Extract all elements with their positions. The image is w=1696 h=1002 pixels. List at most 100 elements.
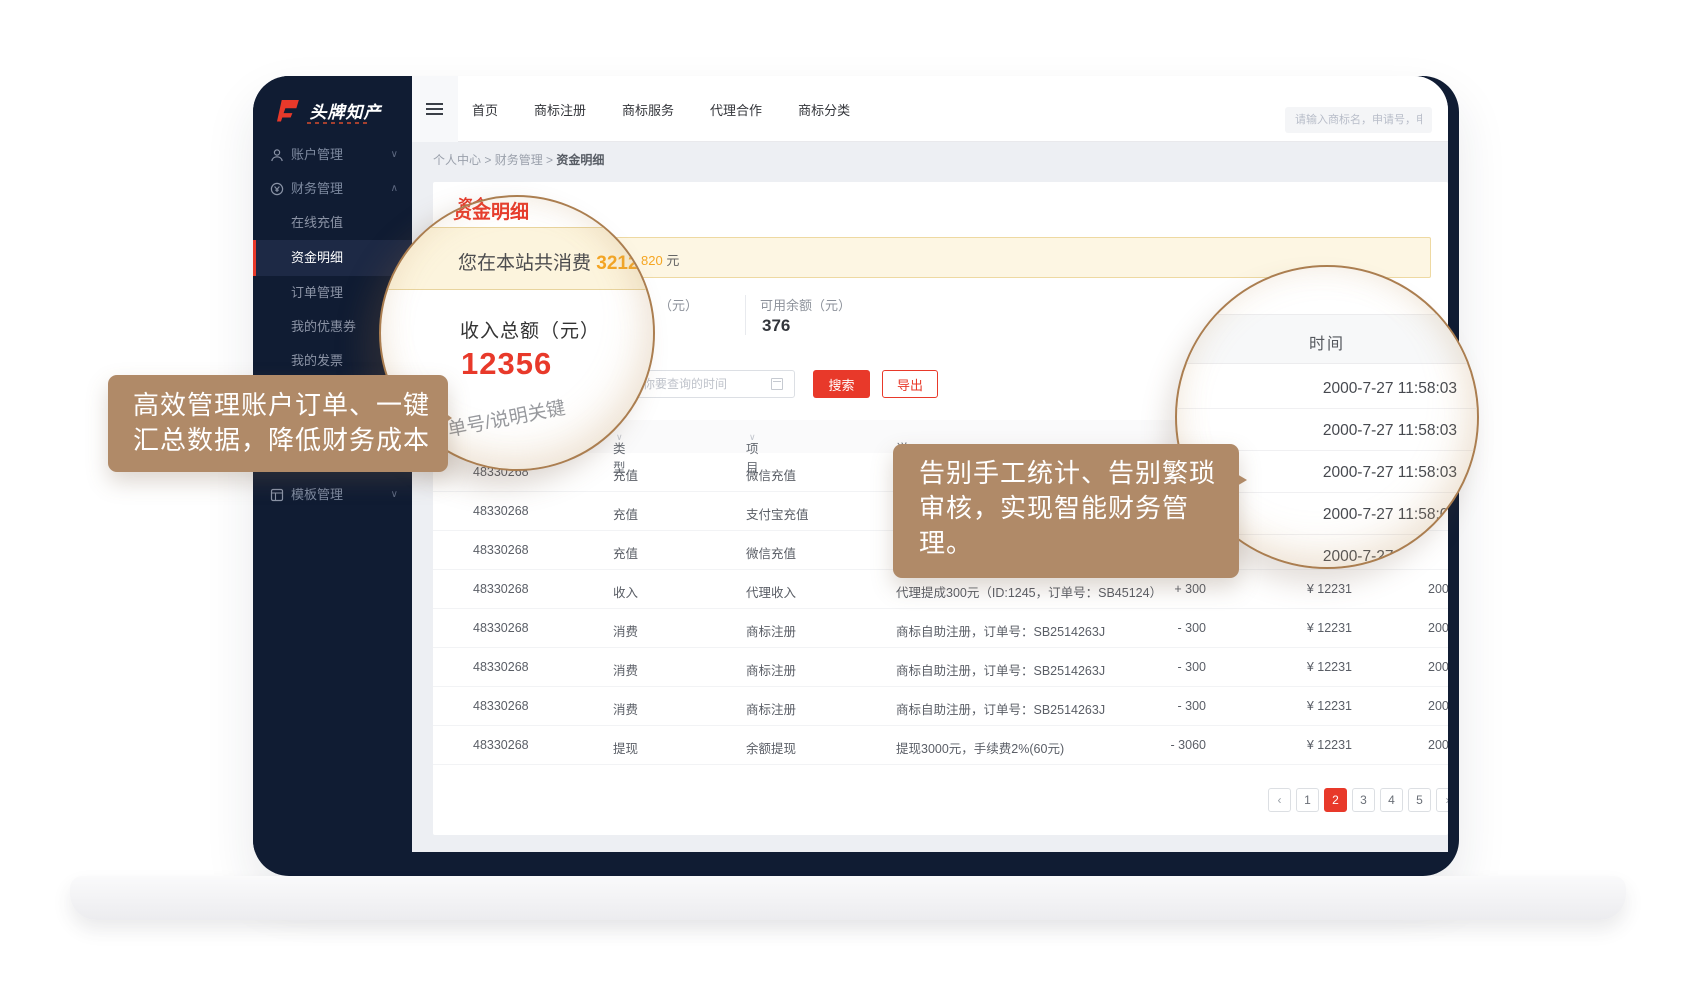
- callout-text-line: 高效管理账户订单、一键: [133, 388, 448, 423]
- column-header-project[interactable]: 项目∨: [746, 429, 756, 443]
- brand-subtext: [307, 122, 369, 124]
- search-input[interactable]: [1285, 107, 1432, 133]
- stat-balance-label: 可用余额（元）: [760, 295, 851, 314]
- table-row: 48330268 消费 商标注册 商标自助注册，订单号：SB2514263J -…: [433, 609, 1448, 648]
- chevron-up-icon: ∧: [391, 172, 398, 206]
- breadcrumb-part[interactable]: 个人中心: [433, 153, 481, 167]
- lens-income-label: 收入总额（元）: [460, 316, 600, 343]
- nav-item-agency[interactable]: 代理合作: [710, 100, 762, 119]
- lens-time-header: 时间: [1177, 314, 1477, 364]
- lens-notice-band: 您在本站共消费 32124 大: [381, 227, 653, 290]
- sidebar-item-label: 模板管理: [291, 487, 343, 502]
- breadcrumb-sep: >: [481, 153, 495, 167]
- cell-desc: 代理提成300元（ID:1245，订单号：SB45124）: [896, 582, 1162, 601]
- stat-divider: [745, 295, 746, 335]
- notice-unit: 元: [663, 253, 680, 268]
- column-header-type[interactable]: 类型∨: [613, 429, 623, 443]
- cell-balance: ¥ 12231: [1307, 621, 1352, 635]
- sidebar-item-label: 资金明细: [291, 250, 343, 265]
- cell-type: 充值: [613, 465, 638, 484]
- cell-order: 48330268: [473, 738, 529, 752]
- cell-order: 48330268: [473, 660, 529, 674]
- finance-icon: [270, 182, 284, 196]
- callout-text-line: 告别手工统计、告别繁琐: [919, 456, 1239, 491]
- cell-type: 充值: [613, 504, 638, 523]
- cell-amount: - 300: [1178, 621, 1207, 635]
- cell-balance: ¥ 12231: [1307, 699, 1352, 713]
- laptop-base: [70, 876, 1626, 920]
- calendar-icon[interactable]: [771, 378, 783, 390]
- callout-left: 高效管理账户订单、一键 汇总数据，降低财务成本: [108, 375, 448, 472]
- pagination: ‹ 1 2 3 4 5 ›: [1268, 788, 1448, 812]
- cell-time: 2000-7-27 11:58:03: [1428, 621, 1448, 635]
- user-icon: [270, 148, 284, 162]
- sidebar-item-label: 账户管理: [291, 147, 343, 162]
- cell-type: 提现: [613, 738, 638, 757]
- cell-time: 2000-7-27 11:58:03: [1428, 660, 1448, 674]
- nav-item-trademark-category[interactable]: 商标分类: [798, 100, 850, 119]
- cell-project: 商标注册: [746, 621, 796, 640]
- lens-time-row-partial: 2000-7-27 11:58:03: [1207, 548, 1457, 566]
- lens-tab-label: 资金明细: [453, 197, 529, 224]
- breadcrumb: 个人中心 > 财务管理 > 资金明细: [412, 142, 1448, 178]
- cell-desc: 提现3000元，手续费2%(60元): [896, 738, 1064, 757]
- sidebar-item-label: 我的发票: [291, 353, 343, 368]
- cell-desc: 商标自助注册，订单号：SB2514263J: [896, 621, 1105, 640]
- nav-item-trademark-register[interactable]: 商标注册: [534, 100, 586, 119]
- cell-desc: 商标自助注册，订单号：SB2514263J: [896, 699, 1105, 718]
- export-button[interactable]: 导出: [882, 370, 938, 398]
- cell-project: 商标注册: [746, 699, 796, 718]
- lens-time-row: 2000-7-27 11:58:03: [1207, 422, 1457, 440]
- cell-amount: - 300: [1178, 660, 1207, 674]
- cell-project: 代理收入: [746, 582, 796, 601]
- pagination-page-4[interactable]: 4: [1380, 788, 1403, 812]
- stat-mid-label: （元）: [659, 295, 698, 314]
- search-button[interactable]: 搜索: [813, 370, 870, 398]
- pagination-page-5[interactable]: 5: [1408, 788, 1431, 812]
- template-icon: [270, 488, 284, 502]
- hamburger-menu-icon[interactable]: [412, 76, 458, 142]
- logo[interactable]: 头牌知产: [253, 76, 412, 138]
- breadcrumb-sep: >: [543, 153, 557, 167]
- cell-project: 商标注册: [746, 660, 796, 679]
- breadcrumb-current: 资金明细: [556, 153, 604, 167]
- pagination-page-2-active[interactable]: 2: [1324, 788, 1347, 812]
- sidebar-item-finance[interactable]: 财务管理 ∧: [253, 172, 412, 206]
- cell-order: 48330268: [473, 699, 529, 713]
- cell-type: 消费: [613, 621, 638, 640]
- callout-text-line: 汇总数据，降低财务成本: [133, 423, 448, 458]
- cell-order: 48330268: [473, 504, 529, 518]
- sidebar-item-templates[interactable]: 模板管理 ∨: [253, 478, 412, 512]
- callout-text-line: 理。: [919, 526, 1239, 561]
- lens-notice-text: 您在本站共消费 32124 大: [458, 248, 655, 275]
- nav-item-trademark-service[interactable]: 商标服务: [622, 100, 674, 119]
- top-nav: 首页 商标注册 商标服务 代理合作 商标分类: [472, 76, 850, 142]
- nav-item-home[interactable]: 首页: [472, 100, 498, 119]
- breadcrumb-part[interactable]: 财务管理: [495, 153, 543, 167]
- brand-title: 头牌知产: [309, 98, 381, 123]
- pagination-page-3[interactable]: 3: [1352, 788, 1375, 812]
- cell-time: 2000-7-27 11:58:03: [1428, 582, 1448, 596]
- cell-project: 支付宝充值: [746, 504, 809, 523]
- cell-balance: ¥ 12231: [1307, 738, 1352, 752]
- sidebar-item-label: 财务管理: [291, 181, 343, 196]
- chevron-down-icon: ∨: [391, 478, 398, 512]
- sidebar-item-label: 订单管理: [291, 285, 343, 300]
- chevron-down-icon: ∨: [391, 138, 398, 172]
- pagination-page-1[interactable]: 1: [1296, 788, 1319, 812]
- cell-project: 微信充值: [746, 465, 796, 484]
- cell-project: 余额提现: [746, 738, 796, 757]
- lens-time-row: 2000-7-27 11:58:03: [1207, 380, 1457, 398]
- cell-balance: ¥ 12231: [1307, 660, 1352, 674]
- cell-time: 2000-7-27 11:58:03: [1428, 738, 1448, 752]
- table-row: 48330268 消费 商标注册 商标自助注册，订单号：SB2514263J -…: [433, 687, 1448, 726]
- callout-text-line: 审核，实现智能财务管: [919, 491, 1239, 526]
- cell-balance: ¥ 12231: [1307, 582, 1352, 596]
- lens-notice-amount: 32124: [596, 253, 649, 274]
- pagination-prev-button[interactable]: ‹: [1268, 788, 1291, 812]
- pagination-next-button[interactable]: ›: [1436, 788, 1448, 812]
- cell-type: 收入: [613, 582, 638, 601]
- sidebar-item-account[interactable]: 账户管理 ∨: [253, 138, 412, 172]
- lens-income-value: 12356: [461, 346, 552, 382]
- table-row: 48330268 消费 商标注册 商标自助注册，订单号：SB2514263J -…: [433, 648, 1448, 687]
